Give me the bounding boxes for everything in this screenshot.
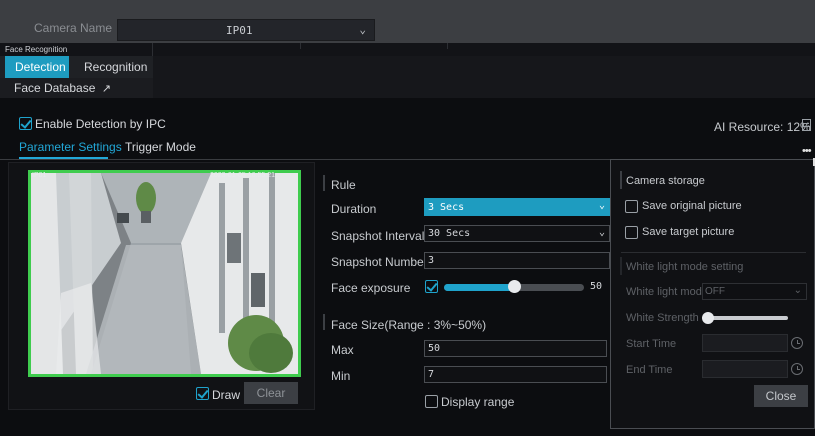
enable-detection-label: Enable Detection by IPC: [35, 117, 166, 131]
ai-resource-text: AI Resource: 12%: [714, 120, 811, 134]
preview-camera-label: IP01: [32, 172, 47, 179]
enable-detection-checkbox[interactable]: [19, 117, 32, 130]
chevron-down-icon: ⌄: [359, 23, 366, 36]
white-strength-label: White Strength: [626, 312, 699, 324]
slider-handle[interactable]: [508, 280, 521, 293]
snapshot-number-label: Snapshot Number: [331, 255, 428, 269]
divider: [300, 43, 301, 49]
camera-preview[interactable]: [28, 170, 301, 377]
divider: [621, 252, 806, 253]
face-exposure-label: Face exposure: [331, 281, 411, 295]
clear-button[interactable]: Clear: [244, 382, 298, 404]
section-marker: [620, 171, 622, 189]
white-strength-slider[interactable]: [706, 316, 788, 320]
snapshot-interval-label: Snapshot Interval: [331, 229, 425, 243]
header-strip: [0, 43, 815, 56]
divider: [152, 43, 153, 56]
max-label: Max: [331, 343, 354, 357]
min-label: Min: [331, 369, 351, 383]
section-marker: [323, 314, 325, 330]
tab-trigger-mode[interactable]: Trigger Mode: [125, 140, 196, 154]
save-target-label: Save target picture: [642, 226, 735, 238]
clock-icon[interactable]: [791, 363, 803, 375]
face-database-link[interactable]: Face Database ↗: [14, 81, 111, 95]
tab-detection[interactable]: Detection: [5, 56, 69, 78]
clock-icon[interactable]: [791, 337, 803, 349]
chevron-down-icon: ⌄: [793, 285, 802, 296]
preview-timestamp: 2023-01-05 16:55:21: [210, 172, 275, 179]
section-marker: [620, 257, 622, 275]
face-exposure-checkbox[interactable]: [425, 280, 438, 293]
save-original-checkbox[interactable]: [625, 200, 638, 213]
menu-header: Face Recognition: [5, 45, 68, 54]
section-marker: [323, 175, 325, 191]
max-input[interactable]: 50: [424, 340, 607, 357]
save-original-label: Save original picture: [642, 200, 742, 212]
display-range-checkbox[interactable]: [425, 395, 438, 408]
slider-fill: [444, 284, 514, 291]
chevron-down-icon: ⌄: [598, 200, 605, 211]
face-exposure-value: 50: [590, 281, 603, 292]
start-time-input[interactable]: [702, 334, 788, 352]
white-light-mode-value: OFF: [705, 286, 725, 297]
menu-background: [153, 56, 815, 98]
duration-value: 3 Secs: [428, 201, 465, 213]
divider: [447, 43, 448, 49]
duration-label: Duration: [331, 202, 377, 216]
more-icon[interactable]: •••: [802, 145, 812, 157]
white-light-title: White light mode setting: [626, 261, 744, 273]
external-link-icon: ↗: [101, 83, 111, 95]
rule-section-title: Rule: [331, 178, 356, 192]
draw-checkbox[interactable]: [196, 387, 209, 400]
camera-storage-title: Camera storage: [626, 175, 705, 187]
duration-select[interactable]: 3 Secs ⌄: [424, 198, 610, 216]
end-time-label: End Time: [626, 364, 673, 376]
white-light-mode-select[interactable]: OFF ⌄: [702, 283, 807, 300]
snapshot-interval-select[interactable]: 30 Secs ⌄: [424, 225, 610, 242]
snapshot-number-input[interactable]: 3: [424, 252, 610, 269]
white-light-mode-label: White light mode: [626, 286, 708, 298]
face-size-title: Face Size(Range : 3%~50%): [331, 318, 487, 332]
tab-parameter-settings[interactable]: Parameter Settings: [19, 140, 122, 154]
tab-recognition[interactable]: Recognition: [84, 60, 147, 74]
close-button[interactable]: Close: [754, 385, 808, 407]
draw-label: Draw: [212, 388, 241, 402]
document-icon[interactable]: [802, 119, 811, 131]
min-input[interactable]: 7: [424, 366, 607, 383]
slider-handle[interactable]: [702, 312, 714, 324]
camera-preview-image: [31, 173, 298, 374]
snapshot-interval-value: 30 Secs: [428, 228, 471, 239]
camera-name-label: Camera Name: [34, 21, 113, 35]
camera-select[interactable]: IP01 ⌄: [117, 19, 375, 41]
start-time-label: Start Time: [626, 338, 677, 350]
face-database-label: Face Database: [14, 81, 96, 95]
chevron-down-icon: ⌄: [598, 227, 605, 238]
save-target-checkbox[interactable]: [625, 226, 638, 239]
end-time-input[interactable]: [702, 360, 788, 378]
display-range-label: Display range: [441, 395, 515, 409]
camera-select-value: IP01: [226, 23, 253, 37]
